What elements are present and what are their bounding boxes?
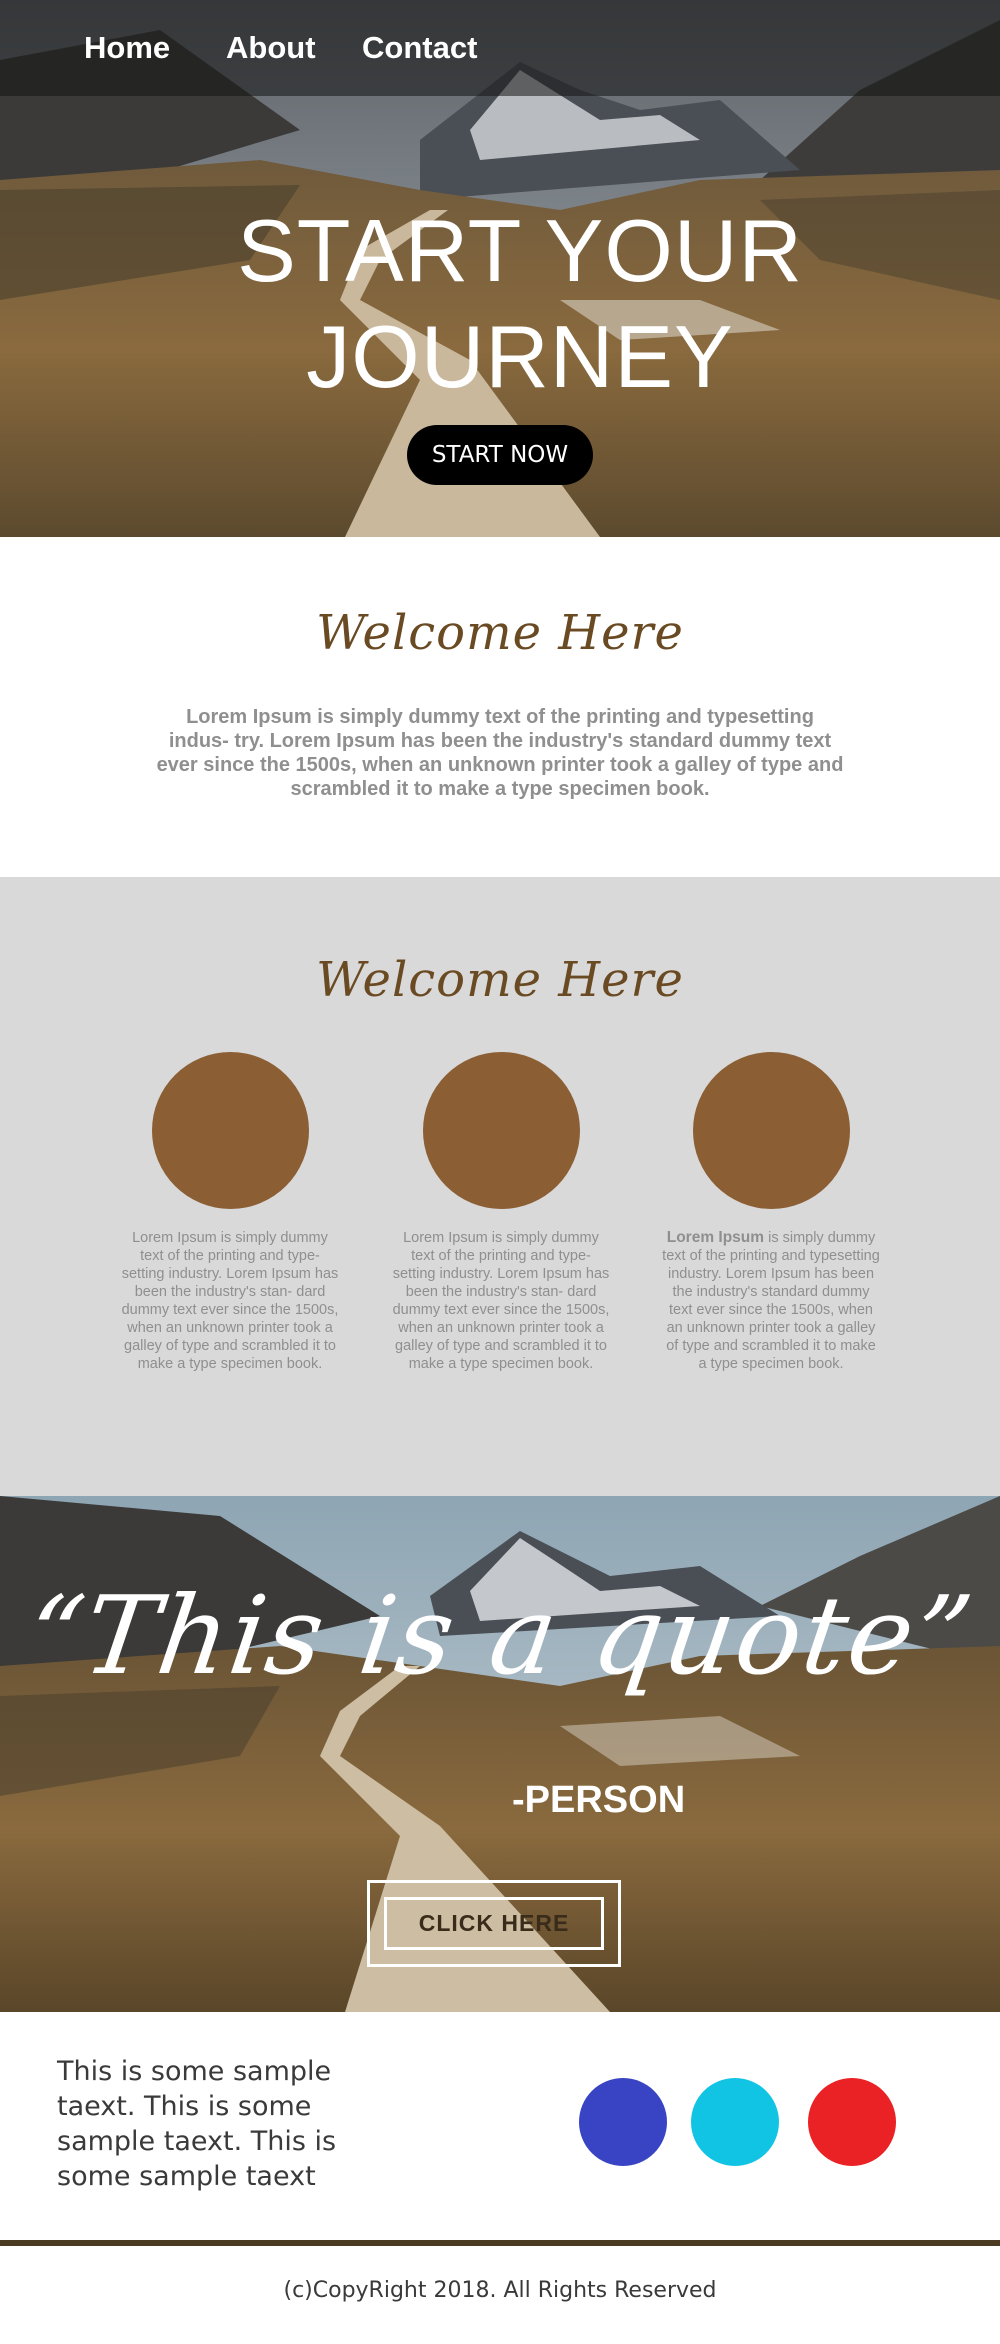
quote-text: “This is a quote” — [19, 1574, 981, 1699]
welcome-title: Welcome Here — [316, 605, 684, 661]
hero-title-line-1: START YOUR — [237, 201, 803, 300]
nav-link-about[interactable]: About — [226, 30, 316, 66]
feature-circle — [422, 1052, 580, 1209]
welcome-text: Lorem Ipsum is simply dummy text of the … — [156, 706, 844, 800]
feature-text: Lorem Ipsum is simply dummy text of the … — [121, 1230, 339, 1372]
start-now-button[interactable]: START NOW — [407, 425, 593, 485]
click-here-label: CLICK HERE — [384, 1897, 604, 1950]
hero-title-line-2: JOURNEY — [306, 307, 734, 406]
sample-text: This is some sample taext. This is some … — [57, 2056, 337, 2192]
feature-card: Lorem Ipsum is simply dummy text of the … — [661, 1052, 881, 1373]
features-section: Welcome Here Lorem Ipsum is simply dummy… — [0, 877, 1000, 1496]
copyright-text: (c)CopyRight 2018. All Rights Reserved — [283, 2278, 717, 2303]
red-circle — [808, 2078, 896, 2166]
hero-title: START YOUR JOURNEY — [0, 198, 1000, 410]
landing-page: Home About Contact START YOUR JOURNEY ST… — [0, 0, 1000, 2344]
cyan-circle — [691, 2078, 779, 2166]
hero-section: Home About Contact START YOUR JOURNEY ST… — [0, 0, 1000, 537]
top-navigation: Home About Contact — [0, 0, 1000, 96]
blue-circle — [579, 2078, 667, 2166]
feature-card: Lorem Ipsum is simply dummy text of the … — [391, 1052, 611, 1373]
footer-content: This is some sample taext. This is some … — [0, 2012, 1000, 2240]
nav-link-home[interactable]: Home — [84, 30, 170, 66]
feature-circle — [692, 1052, 850, 1209]
feature-text: Lorem Ipsum is simply dummy text of the … — [392, 1230, 610, 1372]
quote-section: “This is a quote” -PERSON CLICK HERE — [0, 1496, 1000, 2012]
nav-link-contact[interactable]: Contact — [362, 30, 477, 66]
click-here-button[interactable]: CLICK HERE — [367, 1880, 621, 1967]
feature-card: Lorem Ipsum is simply dummy text of the … — [120, 1052, 340, 1373]
welcome-section: Welcome Here Lorem Ipsum is simply dummy… — [0, 537, 1000, 877]
footer-divider — [0, 2240, 1000, 2246]
feature-text: is simply dummy text of the printing and… — [662, 1230, 880, 1372]
feature-text-container: Lorem Ipsum is simply dummy text of the … — [661, 1229, 881, 1373]
quote-person: -PERSON — [512, 1779, 686, 1821]
features-title: Welcome Here — [316, 952, 684, 1008]
feature-text-bold: Lorem Ipsum — [666, 1229, 765, 1246]
feature-circle — [151, 1052, 309, 1209]
